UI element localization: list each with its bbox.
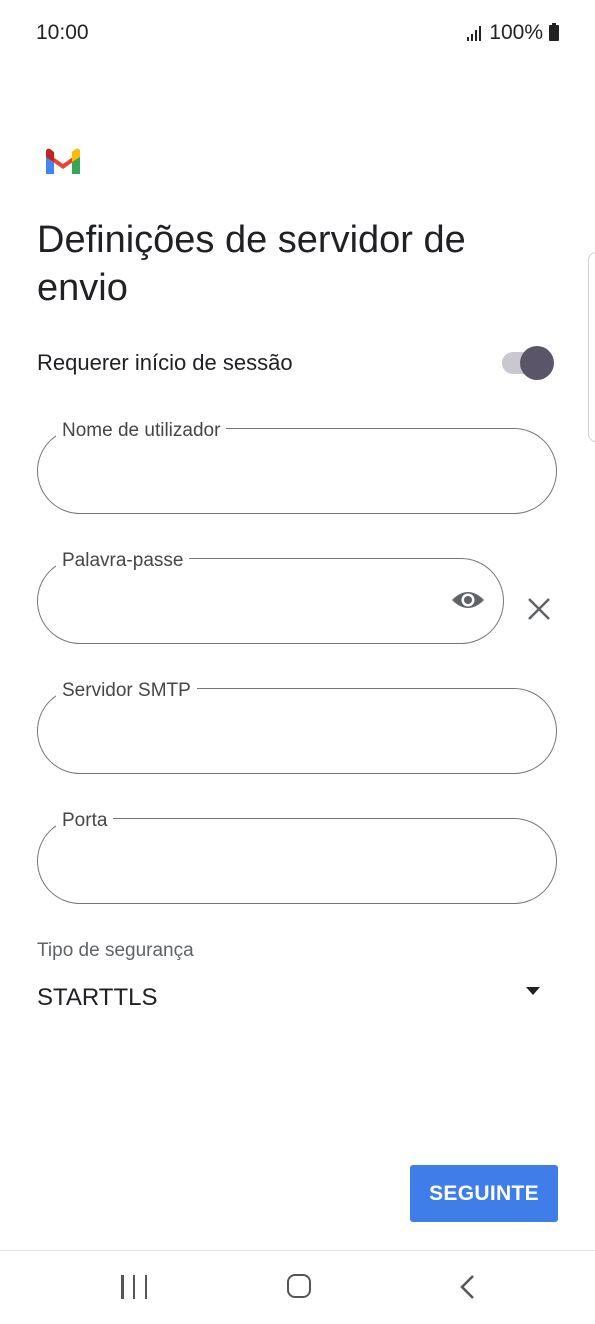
status-indicators: 100% [467,21,559,45]
require-login-label: Requerer início de sessão [37,350,293,375]
home-icon[interactable] [287,1274,311,1298]
scroll-indicator [588,252,595,442]
dropdown-arrow-icon[interactable] [526,987,540,995]
gmail-logo [46,148,80,174]
navbar-divider [0,1250,595,1251]
back-icon[interactable] [458,1274,478,1300]
signal-icon [467,25,482,41]
toggle-knob[interactable] [520,346,554,380]
recent-apps-icon[interactable] [121,1275,147,1299]
security-type-select[interactable]: STARTTLS [37,984,157,1012]
password-label: Palavra-passe [56,550,190,572]
port-field[interactable] [37,818,557,904]
port-label: Porta [56,810,114,832]
security-type-label: Tipo de segurança [37,940,194,961]
smtp-server-label: Servidor SMTP [56,680,197,702]
username-label: Nome de utilizador [56,420,227,442]
close-icon[interactable] [524,594,554,624]
visibility-icon[interactable] [450,586,486,614]
next-button[interactable]: SEGUINTE [410,1165,558,1222]
status-time: 10:00 [36,21,89,44]
page-title: Definições de servidor de envio [37,219,466,309]
battery-percentage: 100% [489,21,543,44]
battery-icon [549,23,559,41]
